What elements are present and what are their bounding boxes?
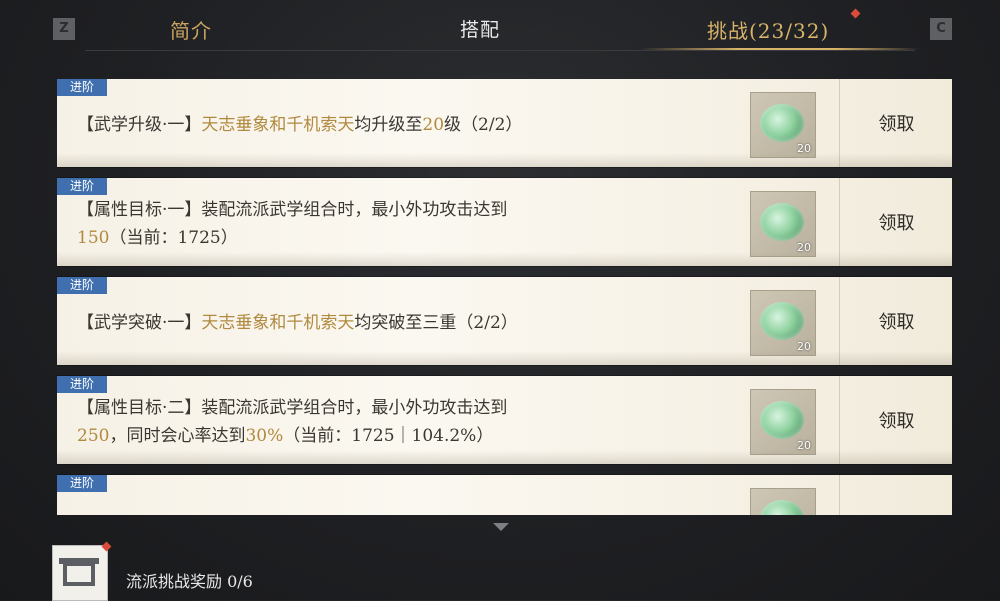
task-description: 【武学升级·一】天志垂象和千机索天均升级至20级（2/2） xyxy=(77,110,522,140)
reward-item[interactable]: 20 xyxy=(750,290,816,356)
reward-count: 20 xyxy=(797,439,811,452)
task-description-line2: 150（当前：1725） xyxy=(77,223,238,253)
reward-item[interactable]: 20 xyxy=(750,191,816,257)
task-tag: 进阶 xyxy=(57,277,107,294)
scroll-down-icon[interactable] xyxy=(493,523,509,531)
task-description: 【属性目标·二】装配流派武学组合时，最小外功攻击达到 xyxy=(77,393,507,423)
key-z-hint[interactable]: Z xyxy=(53,18,75,40)
reward-progress-text: 流派挑战奖励 0/6 xyxy=(126,568,253,592)
claim-label: 领取 xyxy=(878,312,915,333)
claim-button[interactable]: 领取 xyxy=(839,277,952,365)
jade-icon xyxy=(760,302,804,340)
task-highlight: 20 xyxy=(422,115,445,135)
task-text: 级（2/2） xyxy=(444,115,523,135)
task-text: 装配流派武学组合时，最小外功攻击达到 xyxy=(201,200,508,220)
notification-dot-icon xyxy=(101,541,112,552)
task-highlight: 天志垂象和千机索天 xyxy=(201,313,355,333)
task-highlight: 天志垂象和千机索天 xyxy=(201,115,355,135)
tab-intro[interactable]: 简介 xyxy=(170,15,212,44)
reward-label: 流派挑战奖励 xyxy=(126,572,223,591)
task-text: 均突破至三重（2/2） xyxy=(354,313,518,333)
task-description: 【属性目标·一】装配流派武学组合时，最小外功攻击达到 xyxy=(77,195,507,225)
reward-count: 20 xyxy=(797,142,811,155)
claim-label: 领取 xyxy=(878,114,915,135)
task-tag: 进阶 xyxy=(57,475,107,492)
claim-button[interactable]: 领取 xyxy=(839,178,952,266)
reward-item[interactable]: 20 xyxy=(750,389,816,455)
chest-icon xyxy=(63,562,95,586)
key-c-hint[interactable]: C xyxy=(930,18,952,40)
jade-icon xyxy=(760,104,804,142)
task-tag: 进阶 xyxy=(57,79,107,96)
task-highlight: 250 xyxy=(77,426,110,446)
task-title: 【属性目标·一】 xyxy=(77,200,202,220)
reward-progress: 0/6 xyxy=(227,572,253,591)
reward-item[interactable]: 20 xyxy=(750,488,816,515)
task-card: 进阶 【属性目标·二】装配流派武学组合时，最小外功攻击达到 250，同时会心率达… xyxy=(57,376,952,464)
reward-count: 20 xyxy=(797,241,811,254)
task-text: ，同时会心率达到 xyxy=(109,426,246,446)
reward-item[interactable]: 20 xyxy=(750,92,816,158)
jade-icon xyxy=(760,203,804,241)
notification-dot-icon xyxy=(850,8,861,19)
task-title: 【属性目标·二】 xyxy=(77,398,202,418)
claim-button[interactable]: 领取 xyxy=(839,79,952,167)
task-text: 装配流派武学组合时，最小外功攻击达到 xyxy=(201,398,508,418)
task-card: 进阶 20 xyxy=(57,475,952,515)
task-highlight: 30% xyxy=(245,426,284,446)
task-list[interactable]: 进阶 【武学升级·一】天志垂象和千机索天均升级至20级（2/2） 20 领取 进… xyxy=(57,79,952,515)
task-card: 进阶 【属性目标·一】装配流派武学组合时，最小外功攻击达到 150（当前：172… xyxy=(57,178,952,266)
task-text: 均升级至 xyxy=(354,115,423,135)
task-description-line2: 250，同时会心率达到30%（当前：1725｜104.2%） xyxy=(77,421,493,451)
task-text: （当前：1725｜104.2%） xyxy=(283,426,494,446)
reward-chest-button[interactable] xyxy=(52,541,112,601)
divider xyxy=(85,50,915,51)
task-title: 【武学升级·一】 xyxy=(77,115,202,135)
task-description: 【武学突破·一】天志垂象和千机索天均突破至三重（2/2） xyxy=(77,308,518,338)
jade-icon xyxy=(760,401,804,439)
task-highlight: 150 xyxy=(77,228,110,248)
claim-button[interactable]: 领取 xyxy=(839,376,952,464)
task-tag: 进阶 xyxy=(57,178,107,195)
task-card: 进阶 【武学突破·一】天志垂象和千机索天均突破至三重（2/2） 20 领取 xyxy=(57,277,952,365)
jade-icon xyxy=(760,500,804,515)
task-tag: 进阶 xyxy=(57,376,107,393)
claim-label: 领取 xyxy=(878,411,915,432)
claim-button[interactable] xyxy=(839,475,952,515)
tab-challenge[interactable]: 挑战(23/32) xyxy=(707,15,829,44)
bottom-reward-bar: 流派挑战奖励 0/6 xyxy=(0,535,1000,601)
task-title: 【武学突破·一】 xyxy=(77,313,202,333)
task-card: 进阶 【武学升级·一】天志垂象和千机索天均升级至20级（2/2） 20 领取 xyxy=(57,79,952,167)
task-text: （当前：1725） xyxy=(109,228,238,248)
reward-count: 20 xyxy=(797,340,811,353)
top-tab-bar: Z 简介 搭配 挑战(23/32) C xyxy=(0,0,1000,60)
tab-match[interactable]: 搭配 xyxy=(460,15,500,42)
claim-label: 领取 xyxy=(878,213,915,234)
